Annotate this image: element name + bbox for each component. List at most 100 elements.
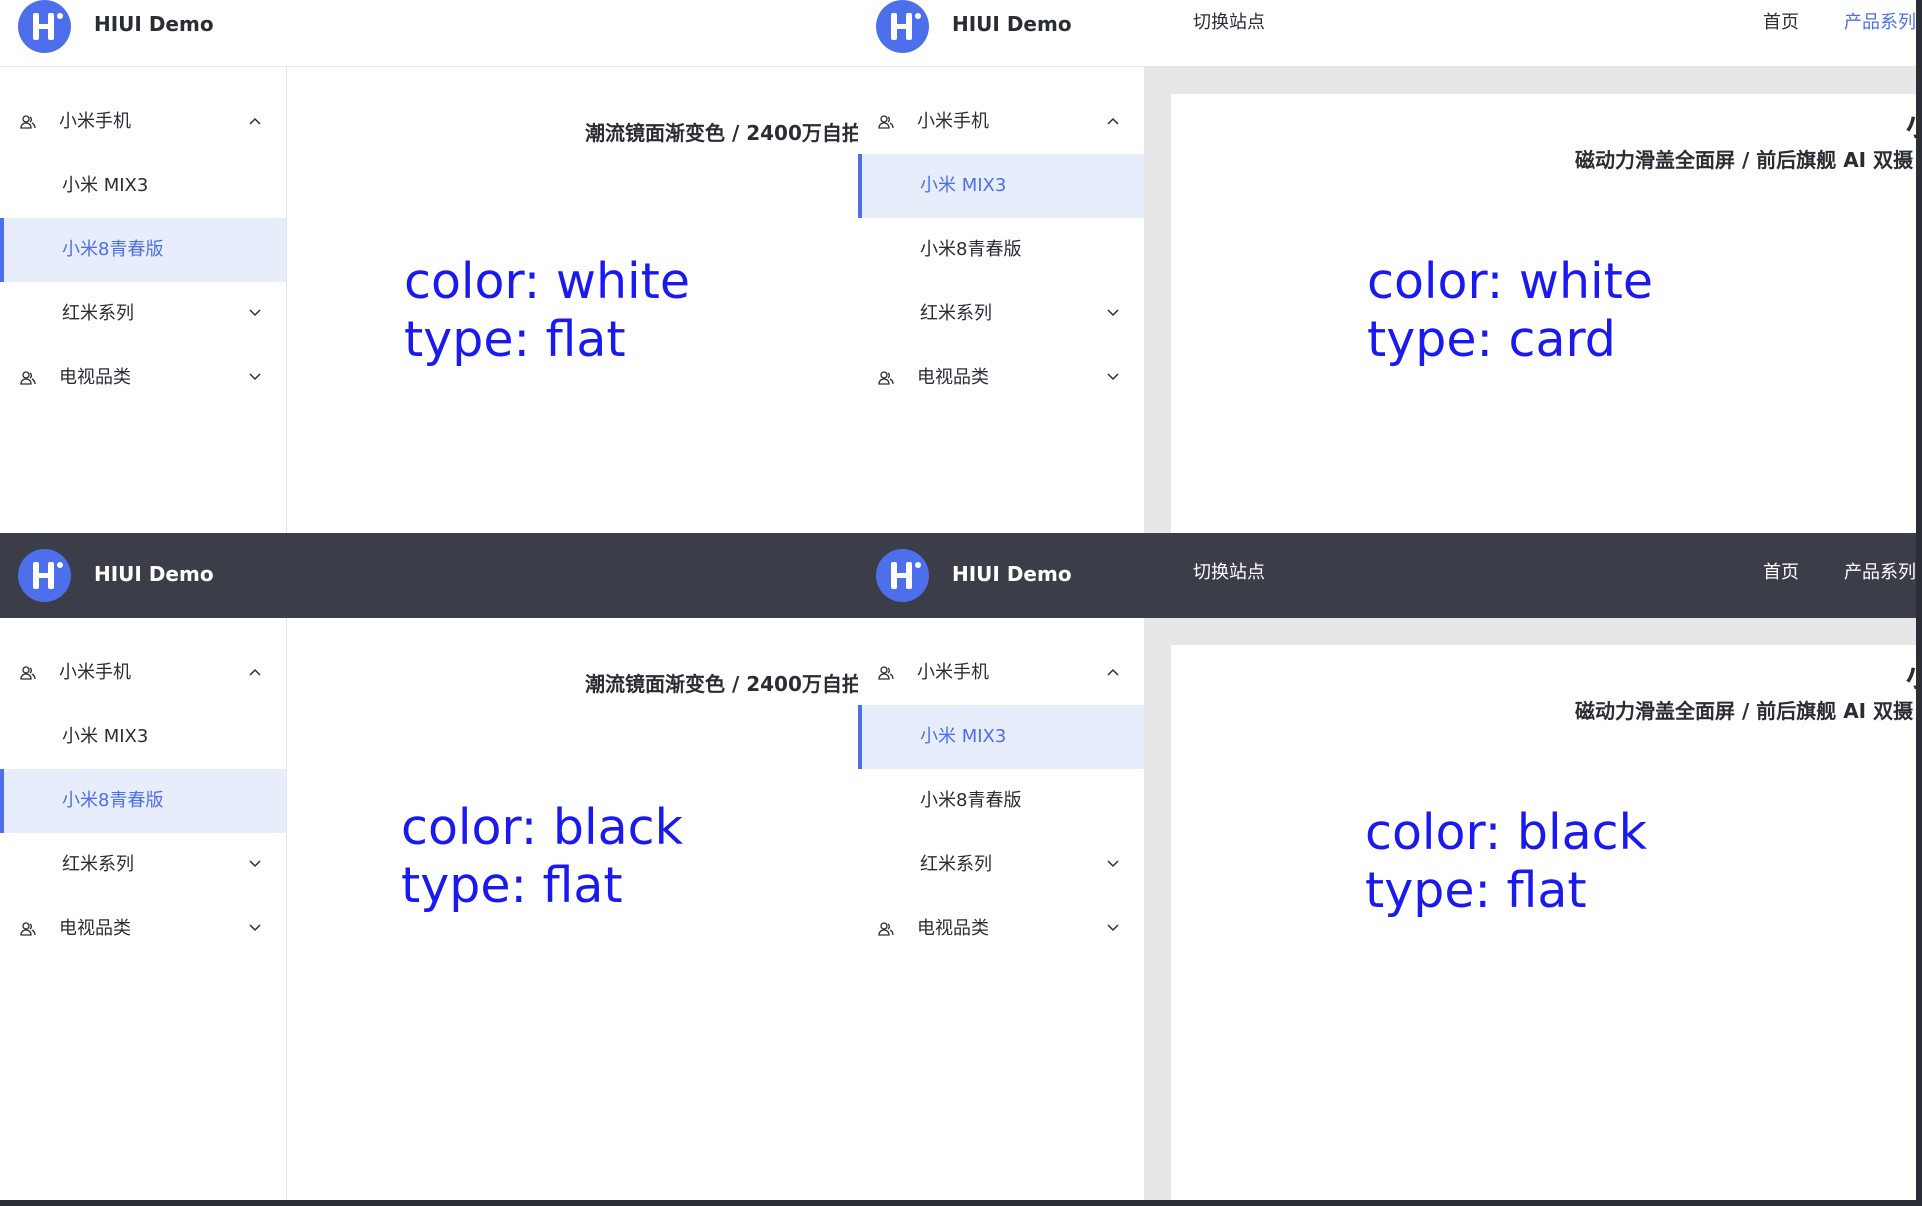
menu-item-phones[interactable]: 小米手机: [0, 90, 286, 154]
main-content: 潮流镜面渐变色 / 2400万自拍 color: white type: fla…: [287, 67, 858, 533]
product-headline: 磁动力滑盖全面屏 / 前后旗舰 AI 双摄: [1575, 699, 1914, 723]
top-header: HIUI Demo: [0, 533, 858, 618]
menu-item-mix3[interactable]: 小米 MIX3: [858, 154, 1144, 218]
menu-item-mix3[interactable]: 小米 MIX3: [0, 154, 286, 218]
demo-white-card: HIUI Demo 切换站点 首页 产品系列 小米手机 小米 MIX3 小米8青…: [858, 0, 1922, 533]
variant-label: color: black type: flat: [1365, 804, 1647, 920]
sidebar-menu: 小米手机 小米 MIX3 小米8青春版 红米系列 电视品类: [858, 618, 1144, 1200]
menu-label: 红米系列: [62, 303, 134, 324]
brand-name: HIUI Demo: [94, 12, 214, 36]
menu-item-phones[interactable]: 小米手机: [858, 90, 1144, 154]
variant-color: color: white: [1367, 253, 1653, 310]
chevron-down-icon: [249, 924, 261, 932]
menu-item-redmi[interactable]: 红米系列: [858, 282, 1144, 346]
menu-item-redmi[interactable]: 红米系列: [858, 833, 1144, 897]
menu-label: 小米手机: [59, 111, 131, 132]
chevron-up-icon: [249, 668, 261, 676]
window-edge: [0, 1200, 1922, 1206]
menu-item-mix3[interactable]: 小米 MIX3: [858, 705, 1144, 769]
variant-color: color: black: [1365, 804, 1647, 861]
variant-label: color: white type: flat: [404, 253, 690, 369]
menu-item-mi8-youth[interactable]: 小米8青春版: [858, 218, 1144, 282]
user-group-icon: [20, 115, 36, 129]
main-content: 小 磁动力滑盖全面屏 / 前后旗舰 AI 双摄 color: white typ…: [1144, 67, 1922, 533]
variant-type: type: flat: [404, 311, 626, 368]
hiui-logo-icon[interactable]: [18, 0, 71, 53]
menu-label: 小米 MIX3: [62, 175, 149, 196]
chevron-down-icon: [249, 860, 261, 868]
product-headline: 潮流镜面渐变色 / 2400万自拍: [585, 121, 858, 145]
demo-black-flat: HIUI Demo 小米手机 小米 MIX3 小米8青春版 红米系列 电视品类 …: [0, 533, 858, 1200]
brand-name: HIUI Demo: [94, 562, 214, 586]
content-card: 小 磁动力滑盖全面屏 / 前后旗舰 AI 双摄: [1171, 645, 1922, 1200]
variant-color: color: black: [401, 799, 683, 856]
menu-label: 小米8青春版: [62, 790, 164, 811]
menu-item-phones[interactable]: 小米手机: [858, 641, 1144, 705]
menu-label: 小米8青春版: [920, 239, 1022, 260]
nav-products[interactable]: 产品系列: [1844, 0, 1916, 46]
nav-home[interactable]: 首页: [1763, 550, 1799, 596]
menu-item-tv[interactable]: 电视品类: [858, 897, 1144, 961]
menu-label: 小米 MIX3: [62, 726, 149, 747]
menu-item-redmi[interactable]: 红米系列: [0, 282, 286, 346]
demo-black-flat-topnav: HIUI Demo 切换站点 首页 产品系列 小米手机 小米 MIX3 小米8青…: [858, 533, 1922, 1200]
menu-item-mi8-youth[interactable]: 小米8青春版: [0, 218, 286, 282]
menu-item-mix3[interactable]: 小米 MIX3: [0, 705, 286, 769]
sidebar-menu: 小米手机 小米 MIX3 小米8青春版 红米系列 电视品类: [0, 618, 287, 1200]
menu-label: 小米 MIX3: [920, 175, 1007, 196]
main-content: 潮流镜面渐变色 / 2400万自拍 color: black type: fla…: [287, 618, 858, 1200]
chevron-down-icon: [249, 373, 261, 381]
hiui-logo-icon[interactable]: [876, 0, 929, 53]
nav-switch-site[interactable]: 切换站点: [1193, 550, 1265, 596]
user-group-icon: [20, 922, 36, 936]
main-content: 小 磁动力滑盖全面屏 / 前后旗舰 AI 双摄 color: black typ…: [1144, 618, 1922, 1200]
menu-item-mi8-youth[interactable]: 小米8青春版: [0, 769, 286, 833]
variant-color: color: white: [404, 253, 690, 310]
sidebar-menu: 小米手机 小米 MIX3 小米8青春版 红米系列 电视品类: [0, 67, 287, 533]
brand-name: HIUI Demo: [952, 562, 1072, 586]
sidebar-menu: 小米手机 小米 MIX3 小米8青春版 红米系列 电视品类: [858, 67, 1144, 533]
menu-label: 小米手机: [917, 662, 989, 683]
user-group-icon: [878, 371, 894, 385]
menu-item-tv[interactable]: 电视品类: [0, 897, 286, 961]
user-group-icon: [878, 115, 894, 129]
window-edge: [1916, 0, 1922, 1200]
user-group-icon: [878, 922, 894, 936]
menu-label: 小米手机: [917, 111, 989, 132]
chevron-down-icon: [249, 309, 261, 317]
top-header: HIUI Demo 切换站点 首页 产品系列: [858, 533, 1922, 618]
chevron-down-icon: [1107, 373, 1119, 381]
brand-name: HIUI Demo: [952, 12, 1072, 36]
chevron-down-icon: [1107, 309, 1119, 317]
menu-item-mi8-youth[interactable]: 小米8青春版: [858, 769, 1144, 833]
variant-label: color: black type: flat: [401, 799, 683, 915]
user-group-icon: [20, 666, 36, 680]
chevron-up-icon: [1107, 117, 1119, 125]
menu-item-tv[interactable]: 电视品类: [0, 346, 286, 410]
variant-label: color: white type: card: [1367, 253, 1653, 369]
user-group-icon: [878, 666, 894, 680]
menu-label: 红米系列: [62, 854, 134, 875]
demo-white-flat: HIUI Demo 小米手机 小米 MIX3 小米8青春版 红米系列 电视品类 …: [0, 0, 858, 533]
product-headline: 磁动力滑盖全面屏 / 前后旗舰 AI 双摄: [1575, 148, 1914, 172]
chevron-up-icon: [249, 117, 261, 125]
hiui-logo-icon[interactable]: [18, 549, 71, 602]
chevron-down-icon: [1107, 924, 1119, 932]
nav-switch-site[interactable]: 切换站点: [1193, 0, 1265, 46]
menu-item-tv[interactable]: 电视品类: [858, 346, 1144, 410]
variant-type: type: flat: [1365, 862, 1587, 919]
hiui-logo-icon[interactable]: [876, 549, 929, 602]
menu-label: 电视品类: [917, 918, 989, 939]
variant-type: type: card: [1367, 311, 1616, 368]
menu-label: 红米系列: [920, 854, 992, 875]
top-header: HIUI Demo: [0, 0, 858, 67]
menu-item-phones[interactable]: 小米手机: [0, 641, 286, 705]
nav-home[interactable]: 首页: [1763, 0, 1799, 46]
nav-products[interactable]: 产品系列: [1844, 550, 1916, 596]
menu-label: 红米系列: [920, 303, 992, 324]
menu-item-redmi[interactable]: 红米系列: [0, 833, 286, 897]
menu-label: 电视品类: [59, 918, 131, 939]
menu-label: 电视品类: [59, 367, 131, 388]
menu-label: 电视品类: [917, 367, 989, 388]
product-headline: 潮流镜面渐变色 / 2400万自拍: [585, 672, 858, 696]
